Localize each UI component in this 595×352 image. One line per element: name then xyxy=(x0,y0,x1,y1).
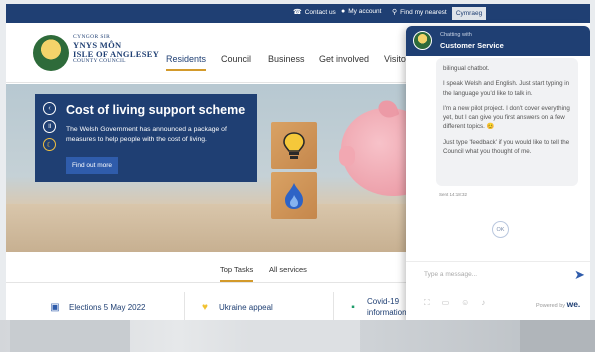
send-icon[interactable]: ➤ xyxy=(574,267,585,283)
powered-by: Powered by we. xyxy=(536,299,581,309)
task-card-covid[interactable]: ▪ Covid-19 information xyxy=(347,290,407,324)
chat-message-bubble: bilingual chatbot. I speak Welsh and Eng… xyxy=(436,58,578,186)
tab-top-tasks[interactable]: Top Tasks xyxy=(220,265,254,282)
flame-icon xyxy=(285,182,303,209)
tab-all-services[interactable]: All services xyxy=(269,265,307,274)
heart-icon: ♥ xyxy=(202,301,208,313)
contact-link[interactable]: ☎ Contact us xyxy=(293,8,336,17)
chat-title: Customer Service xyxy=(440,41,504,50)
gas-flame-block xyxy=(271,172,317,219)
find-out-more-button[interactable]: Find out more xyxy=(66,157,118,174)
nav-residents[interactable]: Residents xyxy=(166,54,207,71)
chat-toolbar: ⛶ ▭ ☺ ♪ xyxy=(424,298,485,308)
contact-icon: ☎ xyxy=(293,9,302,16)
chat-avatar xyxy=(413,31,432,50)
council-name[interactable]: CYNGOR SIR YNYS MÔN ISLE OF ANGLESEY COU… xyxy=(73,34,159,64)
language-toggle[interactable]: Cymraeg xyxy=(452,7,486,20)
nav-visitors[interactable]: Visito xyxy=(384,54,406,64)
nav-get-involved[interactable]: Get involved xyxy=(319,54,369,64)
utility-bar: ☎ Contact us ● My account ⚲ Find my near… xyxy=(6,4,590,23)
location-pin-icon: ⚲ xyxy=(392,9,398,16)
background-strip xyxy=(0,320,595,352)
nav-council[interactable]: Council xyxy=(221,54,251,64)
promo-title: Cost of living support scheme xyxy=(66,103,246,117)
ok-quick-reply-button[interactable]: OK xyxy=(492,221,509,238)
chat-header: Chatting with Customer Service xyxy=(406,26,590,56)
promo-box: ‹ ॥ ☾ Cost of living support scheme The … xyxy=(35,94,257,182)
fullscreen-icon[interactable]: ⛶ xyxy=(424,298,430,308)
message-timestamp: Sent 14:18:32 xyxy=(439,192,468,197)
image-icon[interactable]: ▭ xyxy=(442,298,450,308)
user-icon: ● xyxy=(341,8,346,15)
emoji-icon[interactable]: ☺ xyxy=(461,298,469,308)
we-brand-logo: we. xyxy=(566,299,581,309)
covid-info-icon: ▪ xyxy=(351,301,355,313)
ballot-box-icon: ▣ xyxy=(50,301,60,313)
website-page: ☎ Contact us ● My account ⚲ Find my near… xyxy=(6,4,590,324)
task-card-elections[interactable]: ▣ Elections 5 May 2022 xyxy=(49,290,145,324)
nav-business[interactable]: Business xyxy=(268,54,305,64)
find-nearest-link[interactable]: ⚲ Find my nearest xyxy=(392,8,447,17)
lightbulb-block xyxy=(271,122,317,169)
council-logo[interactable] xyxy=(33,35,69,71)
account-link[interactable]: ● My account xyxy=(341,8,381,15)
promo-text: The Welsh Government has announced a pac… xyxy=(66,126,227,143)
prev-slide-button[interactable]: ‹ xyxy=(43,102,56,115)
slide-indicator-icon[interactable]: ☾ xyxy=(43,138,56,151)
chat-message-input[interactable]: Type a message... xyxy=(424,271,477,278)
lightbulb-icon xyxy=(283,131,305,159)
task-card-ukraine[interactable]: ♥ Ukraine appeal xyxy=(199,290,273,324)
pause-slideshow-button[interactable]: ॥ xyxy=(43,120,56,133)
chat-widget: Chatting with Customer Service bilingual… xyxy=(406,26,590,324)
microphone-icon[interactable]: ♪ xyxy=(481,298,485,308)
